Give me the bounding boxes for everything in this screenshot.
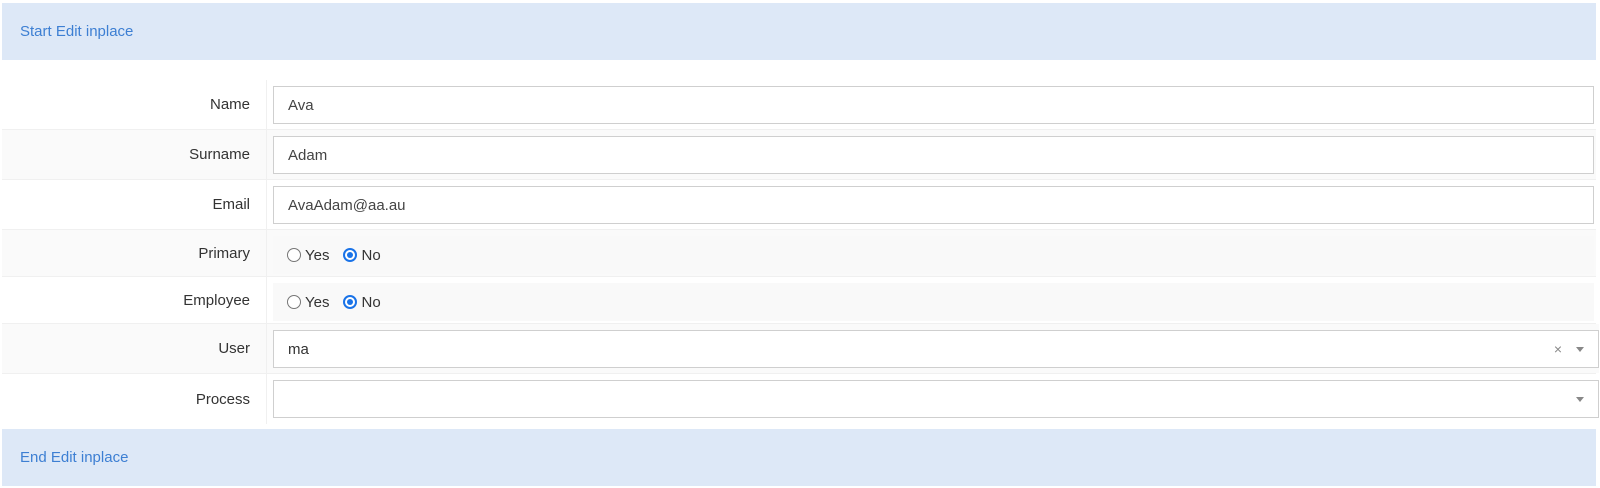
employee-option-no[interactable]: No xyxy=(343,293,381,311)
primary-yes-radio[interactable] xyxy=(287,248,301,262)
surname-label: Surname xyxy=(2,130,267,179)
employee-no-radio[interactable] xyxy=(343,295,358,309)
form-row-primary: Primary Yes No xyxy=(2,230,1596,277)
primary-label: Primary xyxy=(2,230,267,276)
name-input[interactable] xyxy=(273,86,1594,124)
process-select[interactable] xyxy=(273,380,1599,418)
user-select[interactable]: ma × xyxy=(273,330,1599,368)
primary-option-yes[interactable]: Yes xyxy=(287,247,329,264)
employee-label: Employee xyxy=(2,277,267,323)
name-label: Name xyxy=(2,80,267,129)
form-row-employee: Employee Yes No xyxy=(2,277,1596,324)
end-edit-banner: End Edit inplace xyxy=(2,429,1596,486)
email-input[interactable] xyxy=(273,186,1594,224)
user-select-value: ma xyxy=(288,340,309,358)
chevron-down-icon[interactable] xyxy=(1576,396,1584,402)
primary-radio-group: Yes No xyxy=(273,236,1594,274)
start-edit-banner: Start Edit inplace xyxy=(2,3,1596,60)
form-row-surname: Surname xyxy=(2,130,1596,180)
process-label: Process xyxy=(2,374,267,424)
surname-input[interactable] xyxy=(273,136,1594,174)
email-label: Email xyxy=(2,180,267,229)
primary-yes-label: Yes xyxy=(305,246,330,264)
employee-option-yes[interactable]: Yes xyxy=(287,294,329,311)
user-label: User xyxy=(2,324,267,373)
employee-radio-group: Yes No xyxy=(273,283,1594,321)
clear-icon[interactable]: × xyxy=(1554,342,1562,356)
form-row-email: Email xyxy=(2,180,1596,230)
form-row-user: User ma × xyxy=(2,324,1599,374)
chevron-down-icon[interactable] xyxy=(1576,346,1584,352)
edit-form: Name Surname Email Primary Yes No xyxy=(2,80,1599,424)
employee-yes-radio[interactable] xyxy=(287,295,301,309)
primary-no-label: No xyxy=(361,246,381,264)
primary-option-no[interactable]: No xyxy=(343,246,381,264)
form-row-name: Name xyxy=(2,80,1596,130)
start-edit-inplace-link[interactable]: Start Edit inplace xyxy=(20,23,133,40)
form-row-process: Process xyxy=(2,374,1599,424)
employee-no-label: No xyxy=(361,293,381,311)
primary-no-radio[interactable] xyxy=(343,248,358,262)
employee-yes-label: Yes xyxy=(305,293,330,311)
end-edit-inplace-link[interactable]: End Edit inplace xyxy=(20,449,128,466)
